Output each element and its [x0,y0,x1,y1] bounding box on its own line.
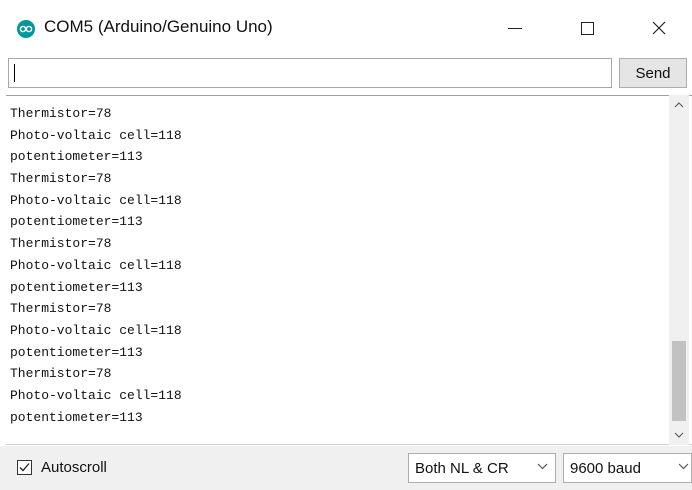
line-ending-select[interactable]: Both NL & CR [408,453,556,483]
vertical-scrollbar[interactable] [669,95,689,445]
minimize-button[interactable] [487,0,543,56]
checkmark-icon [19,463,30,472]
output-line: Photo-voltaic cell=118 [10,192,182,208]
scroll-thumb[interactable] [672,341,686,421]
arduino-logo-icon [17,20,35,38]
title-bar[interactable]: COM5 (Arduino/Genuino Uno) [0,0,692,56]
output-line: Photo-voltaic cell=118 [10,257,182,273]
output-line: potentiometer=113 [10,409,143,425]
output-line: Thermistor=78 [10,106,112,121]
chevron-down-icon [537,463,548,470]
text-caret [14,64,15,82]
output-line: Thermistor=78 [10,171,112,187]
serial-input[interactable] [8,58,612,88]
chevron-down-icon [678,463,689,470]
output-line: Thermistor=78 [10,301,112,317]
autoscroll-checkbox[interactable] [17,460,32,475]
send-row: Send [0,56,692,94]
output-line: potentiometer=113 [10,214,143,230]
send-button[interactable]: Send [619,58,687,88]
close-icon [652,21,666,35]
output-line: Photo-voltaic cell=118 [10,127,182,143]
minimize-icon [508,27,522,29]
serial-output[interactable]: Thermistor=78 Photo-voltaic cell=118 poten… [6,95,692,445]
output-line: potentiometer=113 [10,344,143,360]
line-ending-value: Both NL & CR [415,460,509,477]
output-line: Photo-voltaic cell=118 [10,322,182,338]
window-title: COM5 (Arduino/Genuino Uno) [44,17,273,36]
maximize-button[interactable] [559,0,615,56]
chevron-up-icon [674,102,684,108]
maximize-icon [580,21,594,35]
output-line: Photo-voltaic cell=118 [10,387,182,403]
close-button[interactable] [631,0,687,56]
output-line: Thermistor=78 [10,366,112,382]
output-line: potentiometer=113 [10,149,143,165]
output-line: Thermistor=78 [10,236,112,252]
chevron-down-icon [674,432,684,438]
baud-rate-value: 9600 baud [570,460,641,477]
serial-monitor-window: COM5 (Arduino/Genuino Uno) Send Thermist… [0,0,692,490]
scroll-up-button[interactable] [669,95,689,115]
output-line: potentiometer=113 [10,279,143,295]
status-bar: Autoscroll Both NL & CR 9600 baud [0,446,692,490]
baud-rate-select[interactable]: 9600 baud [563,453,692,483]
output-text: Thermistor=78 Photo-voltaic cell=118 poten… [10,103,670,428]
scroll-down-button[interactable] [669,425,689,445]
autoscroll-label[interactable]: Autoscroll [41,459,107,476]
